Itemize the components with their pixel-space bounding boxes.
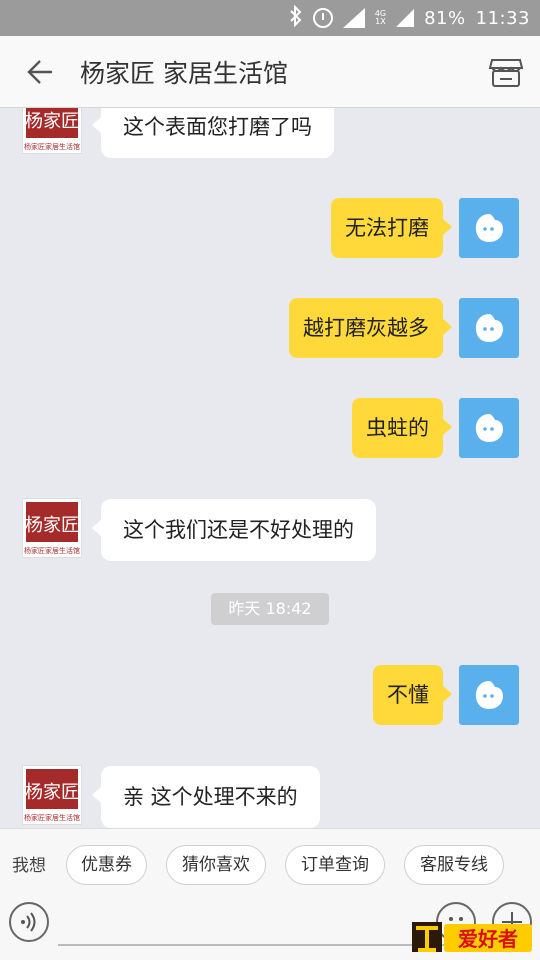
- chip-customer-service[interactable]: 客服专线: [404, 845, 504, 885]
- shop-button[interactable]: [488, 54, 524, 90]
- my-avatar[interactable]: [459, 298, 519, 358]
- user-avatar-icon: [475, 314, 503, 342]
- voice-icon: [21, 912, 36, 932]
- seller-avatar[interactable]: 杨家匠 杨家匠家居生活馆: [22, 108, 82, 154]
- clock: 11:33: [475, 7, 530, 29]
- seller-avatar[interactable]: 杨家匠 杨家匠家居生活馆: [22, 765, 82, 825]
- my-avatar[interactable]: [459, 198, 519, 258]
- svg-text:杨家匠家居生活馆: 杨家匠家居生活馆: [24, 813, 80, 822]
- chat-area[interactable]: 杨家匠 杨家匠家居生活馆 这个表面您打磨了吗 无法打磨 越打磨灰越多 虫蛀的 杨…: [0, 108, 540, 828]
- message-bubble-seller[interactable]: 这个我们还是不好处理的: [92, 499, 376, 561]
- page-title: 杨家匠 家居生活馆: [80, 58, 288, 88]
- svg-text:爱好者: 爱好者: [458, 927, 518, 951]
- message-bubble-me[interactable]: 虫蛀的: [352, 398, 452, 458]
- message-bubble-me[interactable]: 不懂: [373, 665, 452, 725]
- user-avatar-icon: [475, 414, 503, 442]
- battery-percent: 81%: [424, 7, 466, 29]
- svg-text:杨家匠家居生活馆: 杨家匠家居生活馆: [24, 142, 80, 151]
- signal-icon: [342, 8, 365, 28]
- store-icon: [488, 59, 524, 87]
- time-separator: 昨天 18:42: [211, 593, 329, 625]
- svg-text:杨家匠: 杨家匠: [25, 515, 79, 536]
- chip-coupon[interactable]: 优惠券: [66, 845, 147, 885]
- svg-text:杨家匠家居生活馆: 杨家匠家居生活馆: [24, 546, 80, 555]
- my-avatar[interactable]: [459, 665, 519, 725]
- quick-reply-label: 我想: [12, 856, 46, 876]
- svg-text:杨家匠: 杨家匠: [25, 111, 79, 132]
- seller-avatar[interactable]: 杨家匠 杨家匠家居生活馆: [22, 498, 82, 558]
- network-type: 4G 1X: [374, 9, 387, 26]
- chip-recommendations[interactable]: 猜你喜欢: [166, 845, 266, 885]
- quick-reply-bar: 我想 优惠券 猜你喜欢 订单查询 客服专线: [0, 828, 540, 898]
- bluetooth-icon: [289, 4, 303, 32]
- message-bubble-me[interactable]: 越打磨灰越多: [289, 298, 452, 358]
- voice-button[interactable]: [9, 902, 49, 942]
- header: 杨家匠 家居生活馆: [0, 36, 540, 108]
- user-avatar-icon: [475, 214, 503, 242]
- message-bubble-seller[interactable]: 亲 这个处理不来的: [92, 766, 320, 828]
- back-button[interactable]: [0, 36, 80, 108]
- input-bar: 爱好者: [0, 898, 540, 960]
- message-bubble-me[interactable]: 无法打磨: [331, 198, 452, 258]
- message-bubble-seller[interactable]: 这个表面您打磨了吗: [92, 108, 334, 158]
- back-arrow-icon: [27, 59, 52, 84]
- svg-text:杨家匠: 杨家匠: [25, 782, 79, 803]
- my-avatar[interactable]: [459, 398, 519, 458]
- status-bar: 4G 1X 81% 11:33: [0, 0, 540, 36]
- watermark-logo: 爱好者: [410, 916, 534, 956]
- signal-icon-2: [396, 9, 415, 27]
- alarm-icon: [312, 8, 333, 28]
- user-avatar-icon: [475, 681, 503, 709]
- chip-order-query[interactable]: 订单查询: [285, 845, 385, 885]
